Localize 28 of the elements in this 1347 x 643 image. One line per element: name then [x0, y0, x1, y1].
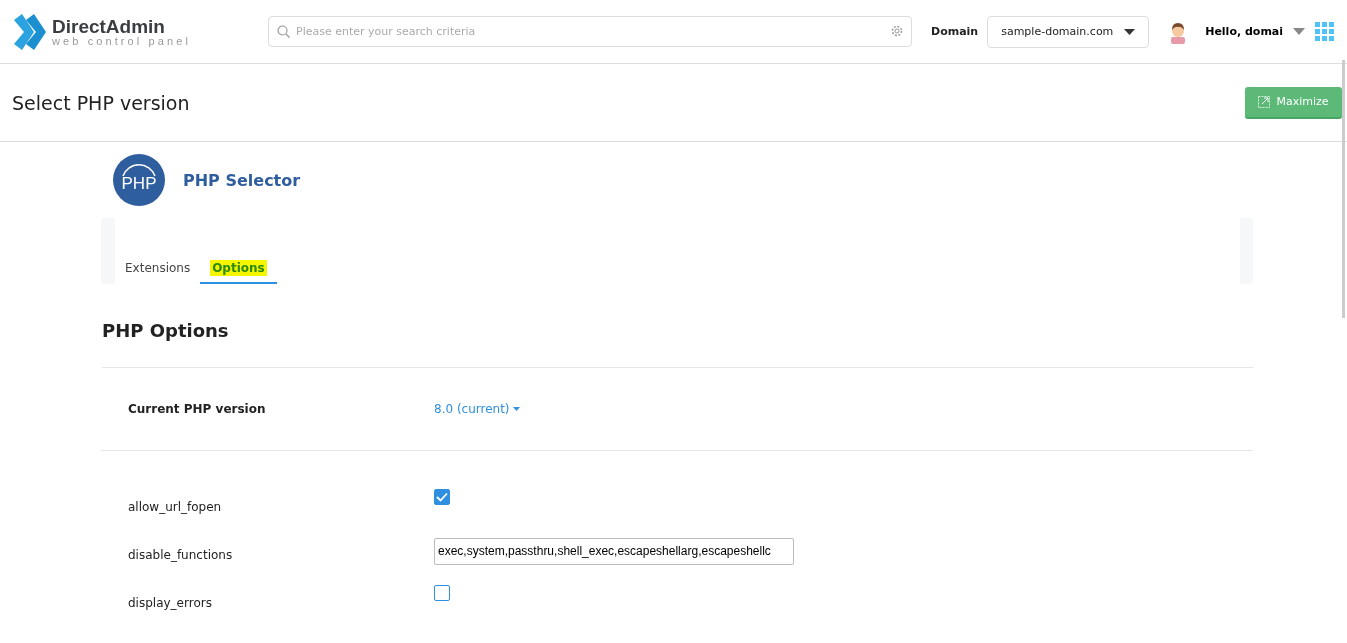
- domain-label: Domain: [931, 25, 979, 38]
- section-title: PHP Options: [102, 320, 1253, 368]
- tab[interactable]: Extensions: [115, 254, 201, 284]
- logo-subtitle: web control panel: [52, 35, 191, 47]
- option-label: display_errors: [128, 595, 213, 610]
- option-label: allow_url_fopen: [128, 499, 223, 514]
- search-icon: [277, 25, 290, 38]
- caret-icon: [1124, 28, 1136, 35]
- user-menu[interactable]: Hello, domai: [1205, 25, 1306, 38]
- checkbox[interactable]: [434, 489, 450, 505]
- logo-title: DirectAdmin: [52, 16, 166, 36]
- logo-icon: [12, 13, 46, 50]
- maximize-icon: [1258, 95, 1271, 108]
- domain-dropdown[interactable]: sample-domain.com: [987, 15, 1150, 48]
- version-label: Current PHP version: [128, 402, 267, 416]
- apps-grid-icon[interactable]: [1315, 22, 1335, 41]
- caret-icon: [512, 407, 520, 411]
- version-dropdown[interactable]: 8.0 (current): [434, 402, 520, 416]
- settings-icon[interactable]: [890, 24, 904, 38]
- checkbox[interactable]: [434, 585, 450, 601]
- plugin-title: PHP Selector: [183, 170, 301, 190]
- search-field[interactable]: Please enter your search criteria: [268, 16, 912, 47]
- tab[interactable]: Options: [200, 254, 277, 284]
- php-logo-icon: PHP: [113, 154, 165, 206]
- input-field[interactable]: exec,system,passthru,shell_exec,escapeshellarg,escapeshellc: [434, 537, 794, 565]
- caret-icon: [1293, 28, 1306, 35]
- option-label: disable_functions: [128, 547, 234, 562]
- page-title: Select PHP version: [12, 91, 190, 114]
